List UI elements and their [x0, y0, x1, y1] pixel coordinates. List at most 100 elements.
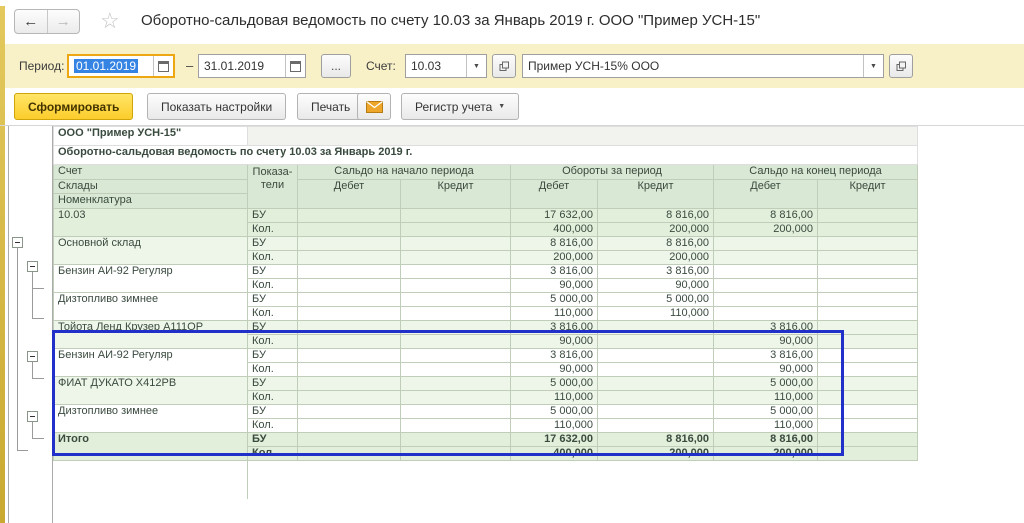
- indicator-cell[interactable]: Кол.: [248, 391, 298, 405]
- value-cell[interactable]: [598, 363, 714, 377]
- value-cell[interactable]: [818, 433, 918, 447]
- value-cell[interactable]: 200,000: [598, 223, 714, 237]
- value-cell[interactable]: 90,000: [511, 335, 598, 349]
- organization-open-button[interactable]: [889, 54, 913, 78]
- value-cell[interactable]: [401, 321, 511, 335]
- report-row-name[interactable]: Дизтопливо зимнее: [54, 293, 248, 321]
- value-cell[interactable]: [714, 251, 818, 265]
- indicator-cell[interactable]: БУ: [248, 349, 298, 363]
- value-cell[interactable]: [818, 279, 918, 293]
- value-cell[interactable]: [714, 279, 818, 293]
- indicator-cell[interactable]: БУ: [248, 293, 298, 307]
- report-row-name[interactable]: Дизтопливо зимнее: [54, 405, 248, 433]
- value-cell[interactable]: [818, 237, 918, 251]
- value-cell[interactable]: [298, 335, 401, 349]
- value-cell[interactable]: 8 816,00: [598, 209, 714, 223]
- value-cell[interactable]: [818, 447, 918, 461]
- indicator-cell[interactable]: Кол.: [248, 335, 298, 349]
- value-cell[interactable]: 8 816,00: [598, 433, 714, 447]
- value-cell[interactable]: 5 000,00: [511, 293, 598, 307]
- value-cell[interactable]: 110,000: [511, 307, 598, 321]
- value-cell[interactable]: [714, 237, 818, 251]
- value-cell[interactable]: [598, 391, 714, 405]
- minus-expander-icon[interactable]: [27, 411, 38, 422]
- report-row-name[interactable]: ФИАТ ДУКАТО Х412РВ: [54, 377, 248, 405]
- value-cell[interactable]: [818, 377, 918, 391]
- value-cell[interactable]: 200,000: [511, 251, 598, 265]
- value-cell[interactable]: [818, 391, 918, 405]
- value-cell[interactable]: [598, 377, 714, 391]
- calendar-button[interactable]: [285, 55, 305, 77]
- value-cell[interactable]: [818, 307, 918, 321]
- value-cell[interactable]: 3 816,00: [598, 265, 714, 279]
- value-cell[interactable]: [401, 335, 511, 349]
- value-cell[interactable]: [818, 321, 918, 335]
- value-cell[interactable]: [298, 419, 401, 433]
- period-from-field[interactable]: 01.01.2019: [67, 54, 175, 78]
- value-cell[interactable]: [818, 335, 918, 349]
- value-cell[interactable]: 200,000: [714, 447, 818, 461]
- value-cell[interactable]: 5 000,00: [511, 405, 598, 419]
- account-field[interactable]: 10.03 ▼: [405, 54, 487, 78]
- minus-expander-icon[interactable]: [27, 261, 38, 272]
- value-cell[interactable]: 17 632,00: [511, 209, 598, 223]
- print-button[interactable]: Печать: [297, 93, 364, 120]
- indicator-cell[interactable]: Кол.: [248, 307, 298, 321]
- value-cell[interactable]: [818, 209, 918, 223]
- indicator-cell[interactable]: БУ: [248, 265, 298, 279]
- value-cell[interactable]: 90,000: [511, 279, 598, 293]
- value-cell[interactable]: [598, 349, 714, 363]
- value-cell[interactable]: [298, 391, 401, 405]
- value-cell[interactable]: [298, 279, 401, 293]
- indicator-cell[interactable]: Кол.: [248, 251, 298, 265]
- organization-field[interactable]: Пример УСН-15% ООО ▼: [522, 54, 884, 78]
- accounting-register-button[interactable]: Регистр учета ▼: [401, 93, 519, 120]
- value-cell[interactable]: [401, 237, 511, 251]
- back-button[interactable]: ←: [15, 10, 48, 33]
- value-cell[interactable]: 400,000: [511, 447, 598, 461]
- value-cell[interactable]: [298, 377, 401, 391]
- value-cell[interactable]: [298, 209, 401, 223]
- period-to-field[interactable]: 31.01.2019: [198, 54, 306, 78]
- send-email-button[interactable]: [357, 93, 391, 120]
- value-cell[interactable]: [818, 293, 918, 307]
- value-cell[interactable]: 3 816,00: [511, 265, 598, 279]
- indicator-cell[interactable]: БУ: [248, 237, 298, 251]
- value-cell[interactable]: 400,000: [511, 223, 598, 237]
- value-cell[interactable]: 110,000: [511, 419, 598, 433]
- value-cell[interactable]: [401, 419, 511, 433]
- value-cell[interactable]: [401, 433, 511, 447]
- value-cell[interactable]: [714, 265, 818, 279]
- value-cell[interactable]: [598, 321, 714, 335]
- indicator-cell[interactable]: Кол.: [248, 447, 298, 461]
- report-row-name[interactable]: Тойота Ленд Крузер А111ОР: [54, 321, 248, 349]
- value-cell[interactable]: [818, 251, 918, 265]
- value-cell[interactable]: [401, 307, 511, 321]
- value-cell[interactable]: [298, 223, 401, 237]
- value-cell[interactable]: [818, 419, 918, 433]
- value-cell[interactable]: [298, 321, 401, 335]
- value-cell[interactable]: 90,000: [714, 363, 818, 377]
- value-cell[interactable]: 110,000: [598, 307, 714, 321]
- value-cell[interactable]: [401, 265, 511, 279]
- minus-expander-icon[interactable]: [12, 237, 23, 248]
- value-cell[interactable]: [714, 307, 818, 321]
- value-cell[interactable]: 200,000: [714, 223, 818, 237]
- value-cell[interactable]: [298, 433, 401, 447]
- value-cell[interactable]: [401, 363, 511, 377]
- value-cell[interactable]: 110,000: [511, 391, 598, 405]
- report-row-name[interactable]: Бензин АИ-92 Регуляр: [54, 349, 248, 377]
- value-cell[interactable]: 90,000: [714, 335, 818, 349]
- indicator-cell[interactable]: БУ: [248, 321, 298, 335]
- report-row-name[interactable]: 10.03: [54, 209, 248, 237]
- value-cell[interactable]: [401, 251, 511, 265]
- forward-button[interactable]: →: [48, 10, 80, 33]
- value-cell[interactable]: 3 816,00: [714, 321, 818, 335]
- value-cell[interactable]: 5 000,00: [511, 377, 598, 391]
- value-cell[interactable]: 90,000: [598, 279, 714, 293]
- value-cell[interactable]: 3 816,00: [511, 349, 598, 363]
- value-cell[interactable]: 8 816,00: [714, 433, 818, 447]
- value-cell[interactable]: [818, 223, 918, 237]
- account-dropdown-button[interactable]: ▼: [466, 55, 486, 77]
- value-cell[interactable]: [298, 447, 401, 461]
